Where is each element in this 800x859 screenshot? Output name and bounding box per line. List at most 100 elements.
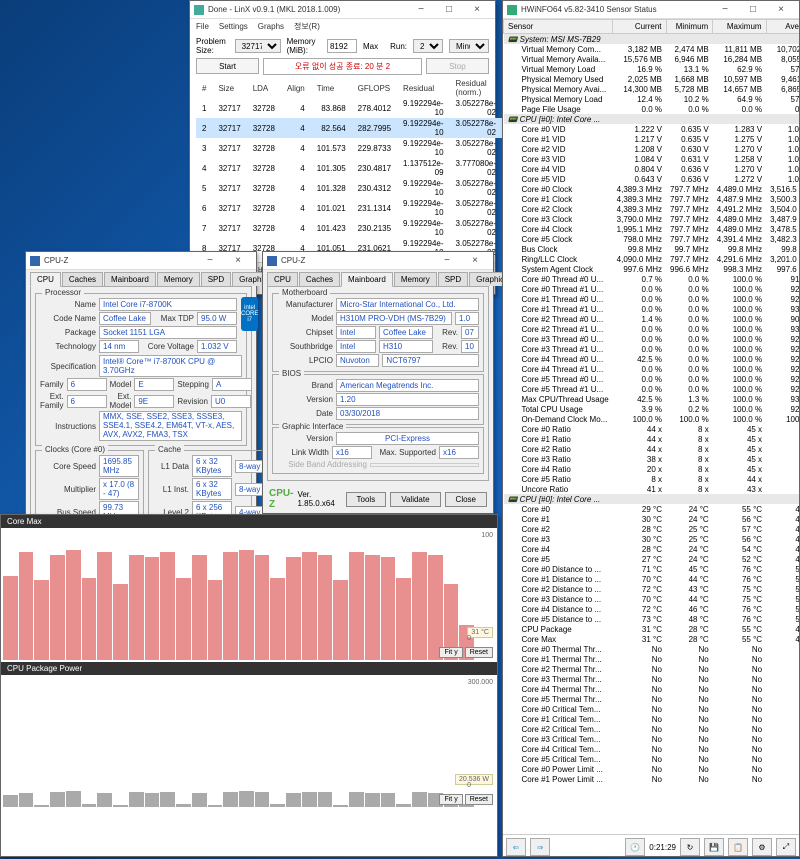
sensor-row[interactable]: Core #5 VID0.643 V0.636 V1.272 V1.047 V [504, 174, 800, 184]
sensor-row[interactable]: Core #428 °C24 °C54 °C46 °C [504, 544, 800, 554]
clock-button[interactable]: 🕐 [625, 838, 645, 856]
menu-about[interactable]: 정보(R) [294, 21, 320, 32]
titlebar[interactable]: CPU-Z −× [263, 252, 493, 270]
sensor-row[interactable]: System Agent Clock997.6 MHz996.6 MHz998.… [504, 264, 800, 274]
sensor-row[interactable]: Physical Memory Load12.4 %10.2 %64.9 %57… [504, 94, 800, 104]
sensor-row[interactable]: Core #330 °C25 °C56 °C47 °C [504, 534, 800, 544]
expand-button[interactable]: ⤢ [776, 838, 796, 856]
sensor-row[interactable]: Core #4 Thread #1 U...0.0 %0.0 %100.0 %9… [504, 364, 800, 374]
sensor-row[interactable]: Core #5 Distance to ...73 °C48 °C76 °C55… [504, 614, 800, 624]
sensor-row[interactable]: Core #5 Critical Tem...NoNoNoNo [504, 754, 800, 764]
maximize-button[interactable]: □ [435, 2, 463, 18]
sensor-row[interactable]: Page File Usage0.0 %0.0 %0.0 %0.0 % [504, 104, 800, 114]
minimize-button[interactable]: − [711, 2, 739, 18]
sensor-row[interactable]: Physical Memory Used2,025 MB1,668 MB10,5… [504, 74, 800, 84]
close-button[interactable]: × [463, 2, 491, 18]
sensor-group[interactable]: 📟 CPU [#0]: Intel Core ... [504, 114, 800, 124]
sensor-row[interactable]: Core #1 VID1.217 V0.635 V1.275 V1.050 V [504, 134, 800, 144]
sensor-row[interactable]: Core #0 Critical Tem...NoNoNoNo [504, 704, 800, 714]
sensor-row[interactable]: Core #2 VID1.208 V0.630 V1.270 V1.049 V [504, 144, 800, 154]
tools-button[interactable]: Tools [346, 492, 387, 507]
sensor-row[interactable]: Core #2 Clock4,389.3 MHz797.7 MHz4,491.2… [504, 204, 800, 214]
tab-memory[interactable]: Memory [157, 272, 200, 286]
sensor-row[interactable]: Core #1 Thread #1 U...0.0 %0.0 %100.0 %9… [504, 304, 800, 314]
sensor-row[interactable]: Core #0 Thermal Thr...NoNoNoNo [504, 644, 800, 654]
sensor-row[interactable]: Virtual Memory Load16.9 %13.1 %62.9 %57.… [504, 64, 800, 74]
sensor-row[interactable]: Core #0 Ratio44 x8 x45 x35 x [504, 424, 800, 434]
table-row[interactable]: 632717327284101.021231.13149.192294e-103… [196, 198, 502, 218]
sensor-row[interactable]: Core #2 Thread #1 U...0.0 %0.0 %100.0 %9… [504, 324, 800, 334]
sensor-row[interactable]: Core #2 Thermal Thr...NoNoNoNo [504, 664, 800, 674]
table-row[interactable]: 432717327284101.305230.48171.137512e-093… [196, 158, 502, 178]
sensor-row[interactable]: Core #2 Critical Tem...NoNoNoNo [504, 724, 800, 734]
sensor-row[interactable]: Core #2 Ratio44 x8 x45 x35 x [504, 444, 800, 454]
sensor-row[interactable]: Core #4 Critical Tem...NoNoNoNo [504, 744, 800, 754]
table-row[interactable]: 13271732728483.868278.40129.192294e-103.… [196, 98, 502, 118]
menu-file[interactable]: File [196, 22, 209, 31]
sensor-row[interactable]: Core #3 Thread #0 U...0.0 %0.0 %100.0 %9… [504, 334, 800, 344]
sensor-row[interactable]: Ring/LLC Clock4,090.0 MHz797.7 MHz4,291.… [504, 254, 800, 264]
tab-cpu[interactable]: CPU [30, 272, 61, 287]
sensor-row[interactable]: Core #0 Thread #1 U...0.0 %0.0 %100.0 %9… [504, 284, 800, 294]
table-row[interactable]: 732717327284101.423230.21359.192294e-103… [196, 218, 502, 238]
tab-spd[interactable]: SPD [438, 272, 468, 286]
minimize-button[interactable]: − [196, 253, 224, 269]
sensor-row[interactable]: Core #0 VID1.222 V0.635 V1.283 V1.052 V [504, 124, 800, 134]
sensor-row[interactable]: Core #1 Distance to ...70 °C44 °C76 °C51… [504, 574, 800, 584]
sensor-row[interactable]: Core #3 VID1.084 V0.631 V1.258 V1.047 V [504, 154, 800, 164]
close-button[interactable]: × [767, 2, 795, 18]
sensor-row[interactable]: Core #5 Thread #0 U...0.0 %0.0 %100.0 %9… [504, 374, 800, 384]
sensor-row[interactable]: Core #5 Ratio8 x8 x44 x35 x [504, 474, 800, 484]
sensor-row[interactable]: Physical Memory Avai...14,300 MB5,728 MB… [504, 84, 800, 94]
nav-back-button[interactable]: ⇐ [506, 838, 526, 856]
sensor-row[interactable]: Core #0 Distance to ...71 °C45 °C76 °C54… [504, 564, 800, 574]
sensor-row[interactable]: Core #5 Clock798.0 MHz797.7 MHz4,391.4 M… [504, 234, 800, 244]
sensor-row[interactable]: Core #130 °C24 °C56 °C47 °C [504, 514, 800, 524]
maximize-button[interactable]: □ [739, 2, 767, 18]
menu-settings[interactable]: Settings [219, 22, 248, 31]
sensor-row[interactable]: Core #029 °C24 °C55 °C46 °C [504, 504, 800, 514]
sensor-row[interactable]: Core #4 Thread #0 U...42.5 %0.0 %100.0 %… [504, 354, 800, 364]
close-button[interactable]: Close [445, 492, 487, 507]
sensor-row[interactable]: Core #0 Clock4,389.3 MHz797.7 MHz4,489.0… [504, 184, 800, 194]
close-button[interactable]: × [224, 253, 252, 269]
sensor-row[interactable]: Core #228 °C25 °C57 °C47 °C [504, 524, 800, 534]
validate-button[interactable]: Validate [390, 492, 440, 507]
sensor-row[interactable]: Core #1 Ratio44 x8 x45 x35 x [504, 434, 800, 444]
tab-mainboard[interactable]: Mainboard [104, 272, 156, 286]
tab-mainboard[interactable]: Mainboard [341, 272, 393, 287]
sensor-row[interactable]: Core #0 Thread #0 U...0.7 %0.0 %100.0 %9… [504, 274, 800, 284]
sensor-row[interactable]: Core #1 Clock4,389.3 MHz797.7 MHz4,487.9… [504, 194, 800, 204]
problemsize-select[interactable]: 32717 [235, 39, 281, 53]
minimize-button[interactable]: − [407, 2, 435, 18]
sensor-row[interactable]: Core #1 Critical Tem...NoNoNoNo [504, 714, 800, 724]
tab-cpu[interactable]: CPU [267, 272, 298, 286]
sensor-row[interactable]: Core #4 Thermal Thr...NoNoNoNo [504, 684, 800, 694]
start-button[interactable]: Start [196, 58, 259, 74]
nav-fwd-button[interactable]: ⇒ [530, 838, 550, 856]
refresh-button[interactable]: ↻ [680, 838, 700, 856]
fity-button[interactable]: Fit y [439, 794, 462, 805]
reset-button[interactable]: Reset [465, 794, 493, 805]
tab-caches[interactable]: Caches [299, 272, 340, 286]
tab-memory[interactable]: Memory [394, 272, 437, 286]
save-button[interactable]: 💾 [704, 838, 724, 856]
close-button[interactable]: × [461, 253, 489, 269]
sensor-row[interactable]: Bus Clock99.8 MHz99.7 MHz99.8 MHz99.8 MH… [504, 244, 800, 254]
sensor-row[interactable]: Core #0 Power Limit ...NoNoNoYes [504, 764, 800, 774]
stop-button[interactable]: Stop [426, 58, 489, 74]
sensor-row[interactable]: Core #1 Power Limit ...NoNoNoYes [504, 774, 800, 784]
sensor-row[interactable]: Core #4 Ratio20 x8 x45 x35 x [504, 464, 800, 474]
sensor-row[interactable]: Core #527 °C24 °C52 °C43 °C [504, 554, 800, 564]
sensor-group[interactable]: 📟 System: MSI MS-7B29 [504, 34, 800, 45]
sensor-row[interactable]: Core #3 Distance to ...70 °C44 °C75 °C53… [504, 594, 800, 604]
sensor-row[interactable]: Core #1 Thread #0 U...0.0 %0.0 %100.0 %9… [504, 294, 800, 304]
sensor-row[interactable]: Core #4 VID0.804 V0.636 V1.270 V1.046 V [504, 164, 800, 174]
sensor-row[interactable]: Core #3 Thread #1 U...0.0 %0.0 %100.0 %9… [504, 344, 800, 354]
tab-caches[interactable]: Caches [62, 272, 103, 286]
menu-graphs[interactable]: Graphs [258, 22, 284, 31]
table-row[interactable]: 332717327284101.573229.87339.192294e-103… [196, 138, 502, 158]
sensor-row[interactable]: Core #3 Clock3,790.0 MHz797.7 MHz4,489.0… [504, 214, 800, 224]
sensor-row[interactable]: Virtual Memory Availa...15,576 MB6,946 M… [504, 54, 800, 64]
sensor-row[interactable]: Core Max31 °C28 °C55 °C49 °C [504, 634, 800, 644]
